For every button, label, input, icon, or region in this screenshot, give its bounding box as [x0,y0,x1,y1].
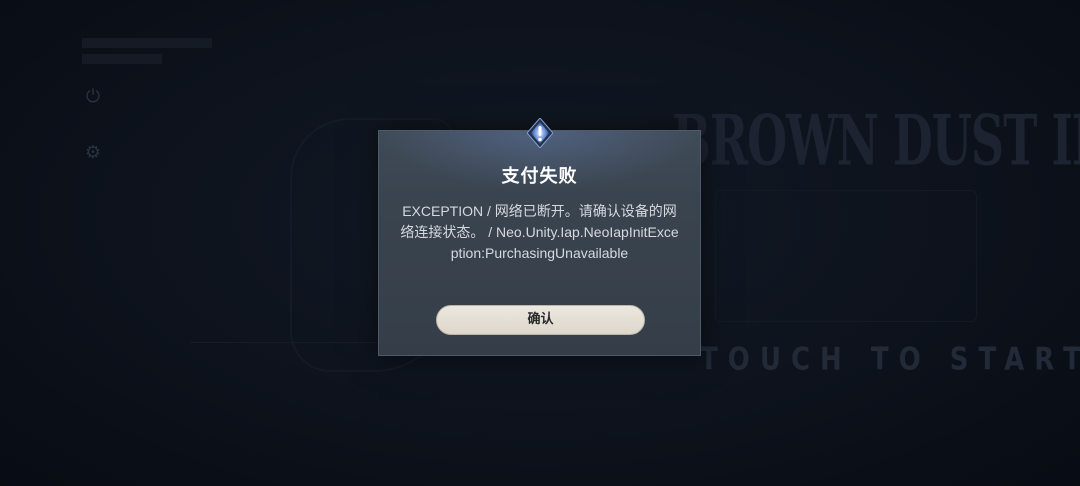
dialog-message: EXCEPTION / 网络已断开。请确认设备的网络连接状态。 / Neo.Un… [400,203,679,261]
background-info-text [82,38,212,64]
touch-to-start-text[interactable]: TOUCH TO START [700,342,1080,378]
diamond-emblem-icon [527,118,553,148]
settings-icon[interactable]: ⚙ [82,142,104,164]
game-screen[interactable]: ⏻ ⚙ BROWN DUST II TOUCH TO START 支付失败 EX… [0,0,1080,486]
payment-failed-dialog: 支付失败 EXCEPTION / 网络已断开。请确认设备的网络连接状态。 / N… [378,118,701,356]
dialog-title: 支付失败 [501,166,578,187]
power-icon[interactable]: ⏻ [82,86,104,108]
confirm-button[interactable]: 确认 [436,305,645,335]
logo-emblem [715,190,977,322]
background-divider [190,342,380,343]
